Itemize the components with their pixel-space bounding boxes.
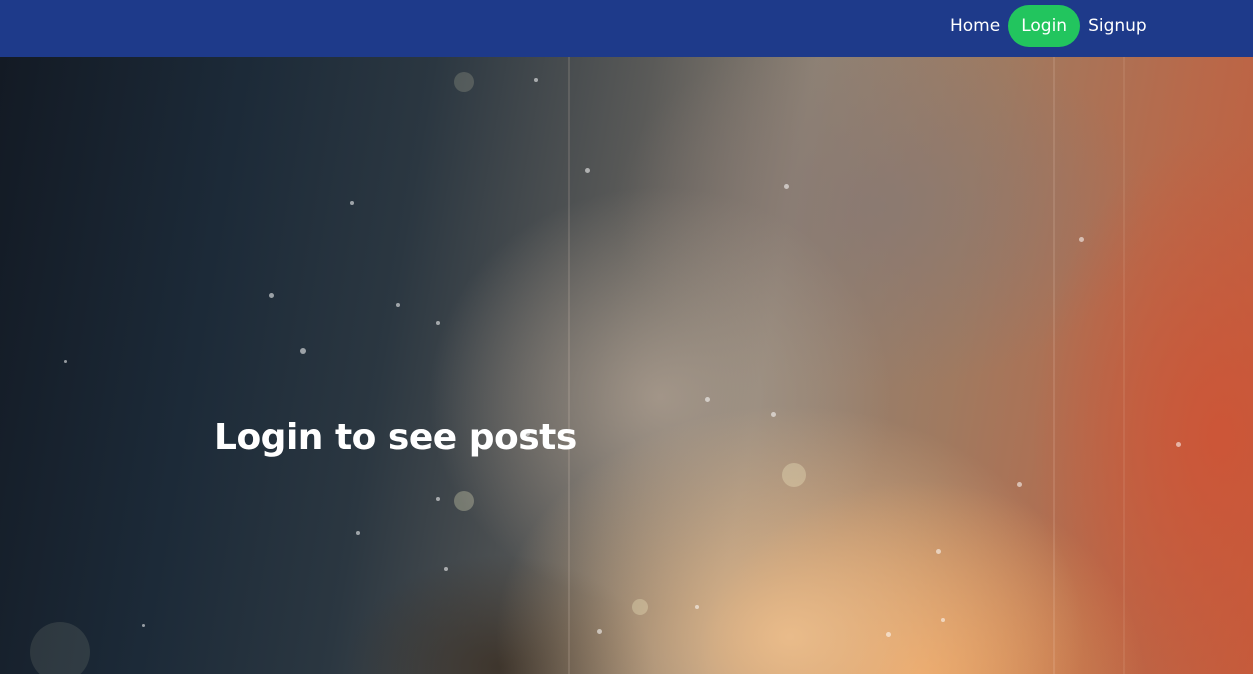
dust-particle (436, 497, 440, 501)
dust-particle (142, 624, 145, 627)
dust-particle (534, 78, 538, 82)
light-streak (1123, 57, 1125, 674)
nav-links: Home Login Signup (941, 5, 1156, 47)
light-streak (1053, 57, 1055, 674)
dust-particle (585, 168, 590, 173)
dust-particle (695, 605, 699, 609)
page: Home Login Signup Login to see posts (0, 0, 1253, 674)
dust-particle (886, 632, 891, 637)
light-streak (568, 57, 570, 674)
dust-particle (269, 293, 274, 298)
dust-particle (941, 618, 945, 622)
dust-particle (444, 567, 448, 571)
dust-particle (300, 348, 306, 354)
dust-particle (64, 360, 67, 363)
dust-particle (1176, 442, 1181, 447)
dust-particle (705, 397, 710, 402)
navbar: Home Login Signup (0, 0, 1253, 57)
dust-particle (771, 412, 776, 417)
dust-particle (1017, 482, 1022, 487)
dust-particle (436, 321, 440, 325)
nav-link-home[interactable]: Home (941, 5, 1009, 47)
hero-background: Login to see posts (0, 57, 1253, 674)
dust-particle (597, 629, 602, 634)
bokeh-light (454, 72, 474, 92)
dust-particle (350, 201, 354, 205)
dust-particle (396, 303, 400, 307)
bokeh-light (782, 463, 806, 487)
bokeh-light (30, 622, 90, 674)
bokeh-light (632, 599, 648, 615)
nav-link-signup[interactable]: Signup (1079, 5, 1156, 47)
bokeh-light (454, 491, 474, 511)
dust-particle (1079, 237, 1084, 242)
hero-heading: Login to see posts (214, 417, 577, 458)
dust-particle (356, 531, 360, 535)
nav-link-login[interactable]: Login (1008, 5, 1081, 47)
dust-particle (784, 184, 789, 189)
dust-particle (936, 549, 941, 554)
